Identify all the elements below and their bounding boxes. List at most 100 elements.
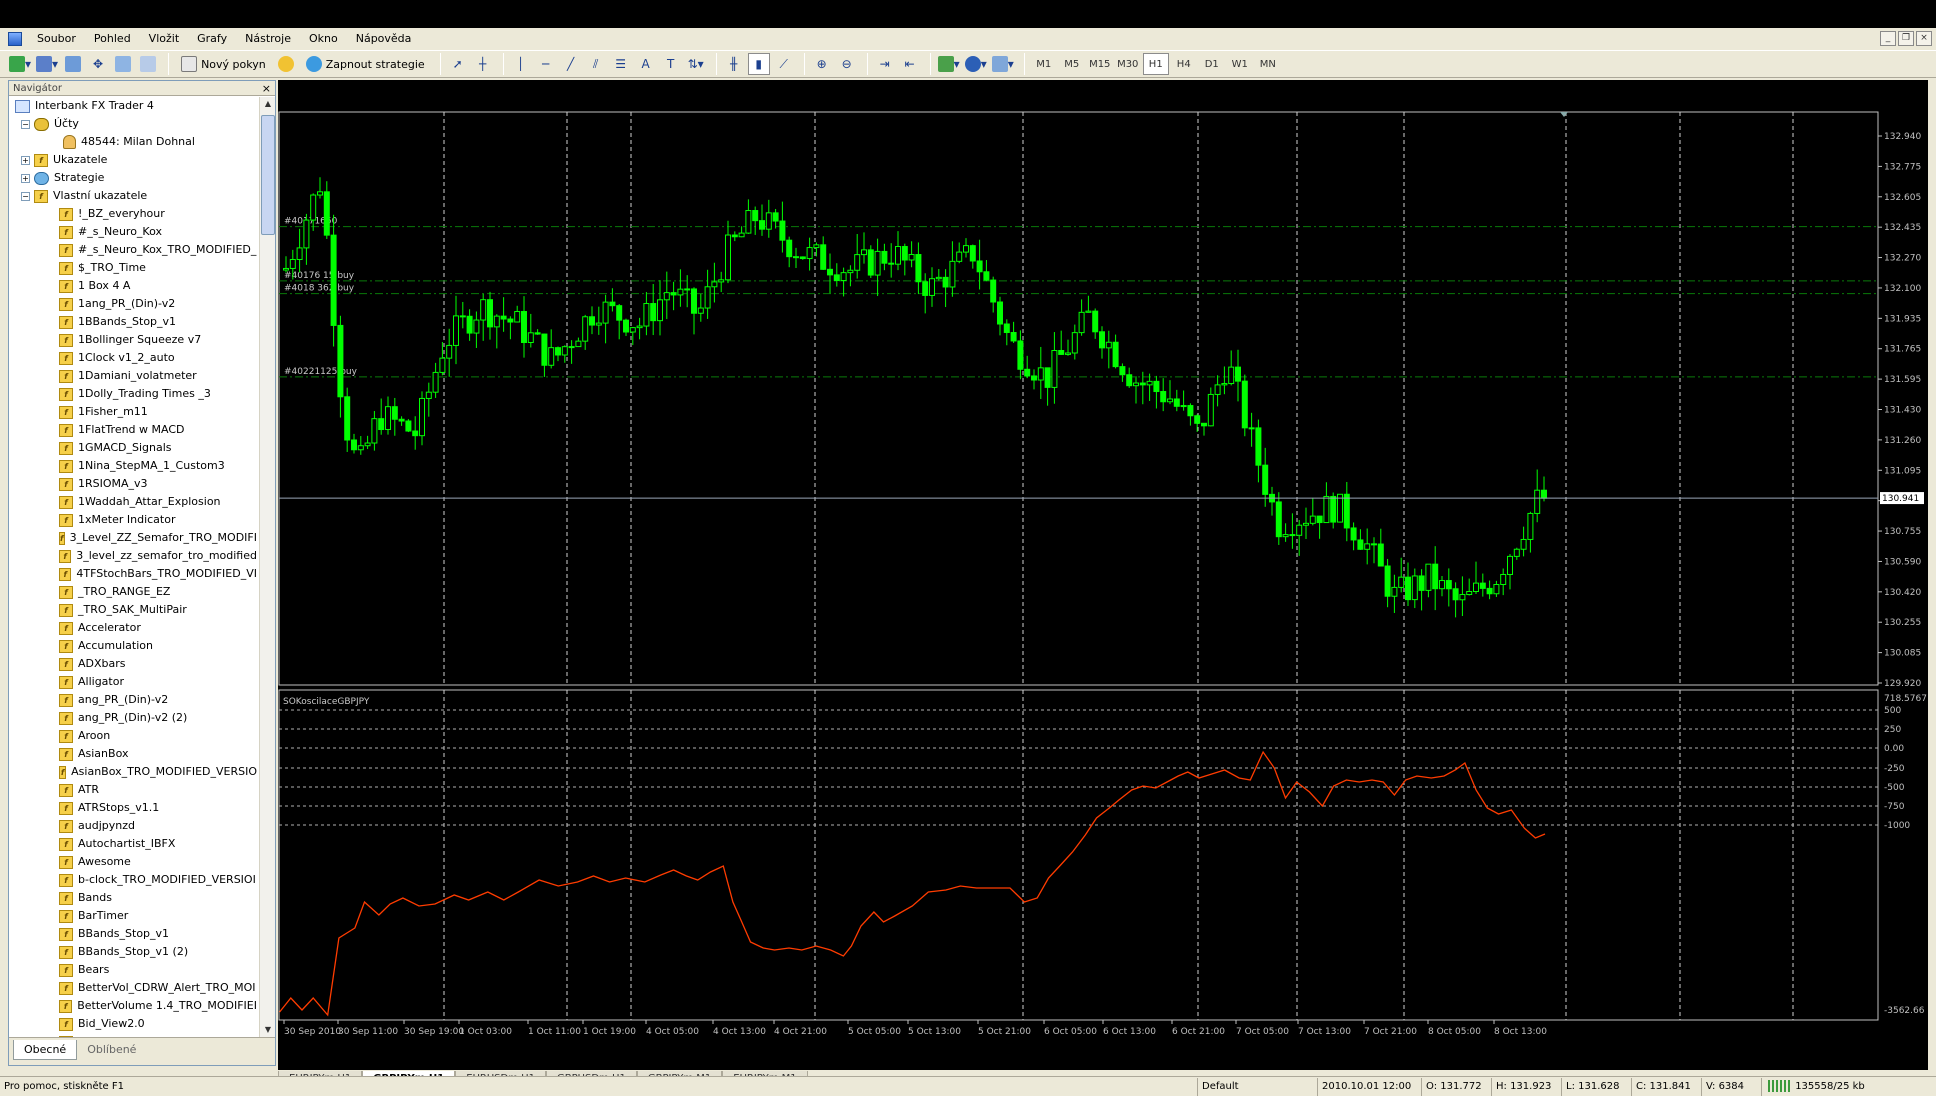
custom-indicator-item[interactable]: f Bands	[9, 889, 257, 907]
custom-indicator-item[interactable]: f #_s_Neuro_Kox_TRO_MODIFIED_	[9, 241, 257, 259]
cursor-tool[interactable]: ➚	[447, 53, 469, 75]
custom-indicator-item[interactable]: f 1Dolly_Trading Times _3	[9, 385, 257, 403]
collapse-icon[interactable]: −	[21, 119, 30, 129]
custom-indicator-item[interactable]: f ADXbars	[9, 655, 257, 673]
navigator-scrollbar[interactable]: ▲ ▼	[259, 97, 275, 1037]
autoscroll-button[interactable]: ⇥	[874, 53, 896, 75]
custom-indicator-item[interactable]: f BetterVol_CDRW_Alert_TRO_MOI	[9, 979, 257, 997]
custom-indicator-item[interactable]: f Accelerator	[9, 619, 257, 637]
custom-indicator-item[interactable]: f ang_PR_(Din)-v2 (2)	[9, 709, 257, 727]
custom-indicator-item[interactable]: f 1Nina_StepMA_1_Custom3	[9, 457, 257, 475]
custom-indicator-item[interactable]: f Accumulation	[9, 637, 257, 655]
text-tool[interactable]: A	[635, 53, 657, 75]
trendline-tool[interactable]: ╱	[560, 53, 582, 75]
navigator-button[interactable]	[112, 53, 134, 75]
scroll-up-icon[interactable]: ▲	[261, 97, 275, 111]
chart-canvas[interactable]: 132.940 132.775 132.605 132.435 132.270 132.1…	[278, 80, 1928, 1070]
tree-accounts[interactable]: − Účty	[9, 115, 257, 133]
tree-custom-indicators[interactable]: − f Vlastní ukazatele	[9, 187, 257, 205]
custom-indicator-item[interactable]: f 1ang_PR_(Din)-v2	[9, 295, 257, 313]
custom-indicator-item[interactable]: f ang_PR_(Din)-v2	[9, 691, 257, 709]
custom-indicator-item[interactable]: f Autochartist_IBFX	[9, 835, 257, 853]
collapse-icon[interactable]: −	[21, 191, 30, 201]
custom-indicator-item[interactable]: f 1Waddah_Attar_Explosion	[9, 493, 257, 511]
close-child-button[interactable]: ×	[1916, 31, 1932, 46]
chart-window[interactable]: 132.940 132.775 132.605 132.435 132.270 132.1…	[278, 80, 1928, 1070]
new-order-button[interactable]: Nový pokyn	[175, 53, 272, 75]
line-chart-button[interactable]: ⟋	[773, 53, 795, 75]
tree-root[interactable]: Interbank FX Trader 4	[9, 97, 257, 115]
tree-indicators[interactable]: + f Ukazatele	[9, 151, 257, 169]
timeframe-w1[interactable]: W1	[1227, 53, 1253, 75]
custom-indicator-item[interactable]: f ATRStops_v1.1	[9, 799, 257, 817]
tab-oblibene[interactable]: Oblíbené	[77, 1040, 146, 1060]
expand-icon[interactable]: +	[21, 173, 30, 183]
custom-indicator-item[interactable]: f 1GMACD_Signals	[9, 439, 257, 457]
timeframe-h1[interactable]: H1	[1142, 53, 1169, 75]
profiles-button[interactable]: ▾	[35, 53, 59, 75]
menu-okno[interactable]: Okno	[300, 28, 347, 50]
terminal-button[interactable]	[137, 53, 159, 75]
crosshair-tool[interactable]: ┼	[472, 53, 494, 75]
templates-button[interactable]: ▾	[991, 53, 1015, 75]
custom-indicator-item[interactable]: f 1BBands_Stop_v1	[9, 313, 257, 331]
scroll-down-icon[interactable]: ▼	[261, 1023, 275, 1037]
restore-child-button[interactable]: ❐	[1898, 31, 1914, 46]
custom-indicator-item[interactable]: f Bears	[9, 961, 257, 979]
timeframe-h4[interactable]: H4	[1171, 53, 1197, 75]
menu-vlozit[interactable]: Vložit	[140, 28, 188, 50]
custom-indicator-item[interactable]: f 3_level_zz_semafor_tro_modified	[9, 547, 257, 565]
market-watch-button[interactable]	[62, 53, 84, 75]
custom-indicator-item[interactable]: f !_BZ_everyhour	[9, 205, 257, 223]
custom-indicator-item[interactable]: f AsianBox	[9, 745, 257, 763]
candlestick-button[interactable]: ▮	[747, 53, 770, 75]
data-window-button[interactable]: ✥	[87, 53, 109, 75]
new-chart-button[interactable]: ▾	[8, 53, 32, 75]
menu-nastroje[interactable]: Nástroje	[236, 28, 300, 50]
custom-indicator-item[interactable]: f Awesome	[9, 853, 257, 871]
bar-chart-button[interactable]: ╫	[723, 53, 745, 75]
custom-indicator-item[interactable]: f 1 Box 4 A	[9, 277, 257, 295]
menu-soubor[interactable]: Soubor	[28, 28, 85, 50]
custom-indicator-item[interactable]: f BBands_Stop_v1	[9, 925, 257, 943]
vertical-line-tool[interactable]: │	[510, 53, 532, 75]
custom-indicator-item[interactable]: f 3_Level_ZZ_Semafor_TRO_MODIFI	[9, 529, 257, 547]
arrows-tool[interactable]: ⇅▾	[685, 53, 707, 75]
timeframe-mn[interactable]: MN	[1255, 53, 1281, 75]
custom-indicator-item[interactable]: f #_s_Neuro_Kox	[9, 223, 257, 241]
custom-indicator-item[interactable]: f BBands_Stop_v1 (2)	[9, 943, 257, 961]
custom-indicator-item[interactable]: f Aroon	[9, 727, 257, 745]
metaeditor-button[interactable]	[275, 53, 297, 75]
periods-button[interactable]: ▾	[964, 53, 988, 75]
custom-indicator-item[interactable]: f BarTimer	[9, 907, 257, 925]
tab-obecne[interactable]: Obecné	[13, 1040, 78, 1060]
custom-indicator-item[interactable]: f audjpynzd	[9, 817, 257, 835]
custom-indicator-item[interactable]: f Bid_View2.0	[9, 1015, 257, 1033]
tree-account-item[interactable]: 48544: Milan Dohnal	[9, 133, 257, 151]
custom-indicator-item[interactable]: f $_TRO_Time	[9, 259, 257, 277]
indicators-button[interactable]: ▾	[937, 53, 961, 75]
timeframe-m30[interactable]: M30	[1115, 53, 1141, 75]
custom-indicator-item[interactable]: f 1FlatTrend w MACD	[9, 421, 257, 439]
menu-napoveda[interactable]: Nápověda	[347, 28, 421, 50]
custom-indicator-item[interactable]: f AsianBox_TRO_MODIFIED_VERSIO	[9, 763, 257, 781]
menu-pohled[interactable]: Pohled	[85, 28, 140, 50]
autotrading-button[interactable]: Zapnout strategie	[300, 53, 431, 75]
zoom-in-button[interactable]: ⊕	[811, 53, 833, 75]
scrollbar-thumb[interactable]	[261, 115, 275, 235]
custom-indicator-item[interactable]: f 1Bollinger Squeeze v7	[9, 331, 257, 349]
zoom-out-button[interactable]: ⊖	[836, 53, 858, 75]
custom-indicator-item[interactable]: f ATR	[9, 781, 257, 799]
custom-indicator-item[interactable]: f _TRO_RANGE_EZ	[9, 583, 257, 601]
custom-indicator-item[interactable]: f BetterVolume 1.4_TRO_MODIFIEI	[9, 997, 257, 1015]
timeframe-m1[interactable]: M1	[1031, 53, 1057, 75]
text-label-tool[interactable]: T	[660, 53, 682, 75]
close-icon[interactable]: ×	[262, 81, 271, 96]
timeframe-m15[interactable]: M15	[1087, 53, 1113, 75]
minimize-child-button[interactable]: _	[1880, 31, 1896, 46]
expand-icon[interactable]: +	[21, 155, 30, 165]
timeframe-d1[interactable]: D1	[1199, 53, 1225, 75]
custom-indicator-item[interactable]: f b-clock_TRO_MODIFIED_VERSIOI	[9, 871, 257, 889]
tree-strategies[interactable]: + Strategie	[9, 169, 257, 187]
horizontal-line-tool[interactable]: ─	[535, 53, 557, 75]
